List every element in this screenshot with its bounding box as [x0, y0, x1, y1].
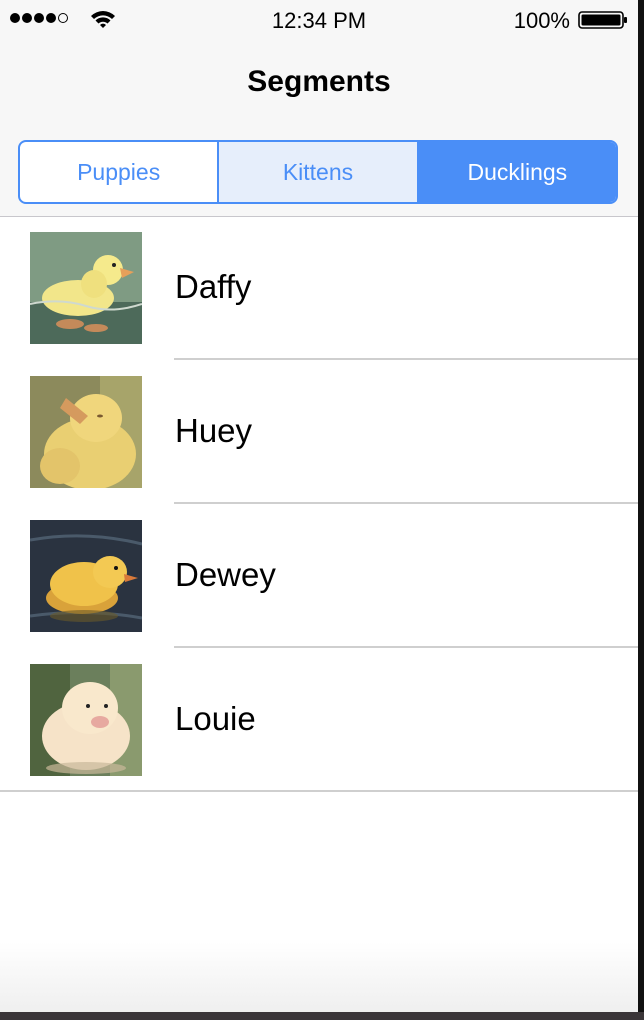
table-bottom-separator: [0, 790, 638, 792]
list-item-name: Huey: [175, 412, 253, 449]
list-item-name: Daffy: [175, 268, 252, 305]
battery-icon: [578, 11, 627, 29]
list-item-dewey[interactable]: Dewey: [0, 504, 638, 648]
list-item-name: Dewey: [175, 556, 276, 593]
segment-kittens[interactable]: Kittens: [217, 142, 417, 202]
bottom-fade: [0, 942, 638, 1012]
screen-edge: [638, 0, 644, 1020]
status-bar: 12:34 PM 100%: [0, 0, 638, 40]
list-item-daffy[interactable]: Daffy: [0, 216, 638, 360]
screen-bottom-edge: [0, 1012, 644, 1020]
list-item-name: Louie: [175, 700, 256, 737]
page-title: Segments: [247, 65, 391, 98]
fluffy-duckling-photo: [30, 664, 142, 776]
duckling-on-water-photo: [30, 520, 142, 632]
duckling-swimming-photo: [30, 232, 142, 344]
app-screen: 12:34 PM 100% Segments Puppies Kittens D…: [0, 0, 644, 1020]
duckling-list: Daffy Huey Dewey Louie: [0, 216, 638, 792]
battery-percentage: 100%: [513, 8, 570, 33]
list-item-louie[interactable]: Louie: [0, 648, 638, 792]
navigation-bar: Segments Puppies Kittens Ducklings: [0, 40, 638, 217]
duckling-head-up-photo: [30, 376, 142, 488]
segment-ducklings[interactable]: Ducklings: [416, 142, 616, 202]
segment-puppies[interactable]: Puppies: [20, 142, 217, 202]
segmented-control: Puppies Kittens Ducklings: [18, 140, 618, 204]
list-item-huey[interactable]: Huey: [0, 360, 638, 504]
